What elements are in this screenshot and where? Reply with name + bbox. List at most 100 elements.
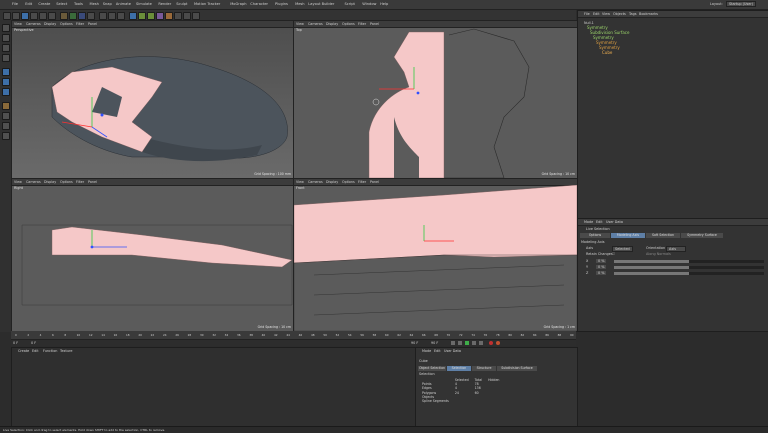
menu-layout-builder[interactable]: Layout Builder: [308, 2, 334, 6]
live-selection-icon[interactable]: [21, 11, 29, 20]
tab-subdivision-surface[interactable]: Subdivision Surface: [497, 366, 537, 371]
mat-menu-function[interactable]: Function: [43, 349, 57, 353]
menu-script[interactable]: Script: [345, 2, 355, 6]
menu-edit[interactable]: Edit: [25, 2, 32, 6]
coordinate-system-icon[interactable]: [87, 11, 95, 20]
axis-y-slider[interactable]: [614, 266, 764, 269]
vp-menu-filter[interactable]: Filter: [76, 22, 84, 26]
deformer-icon[interactable]: [165, 11, 173, 20]
vp-menu-cameras[interactable]: Cameras: [26, 180, 41, 184]
menu-mesh[interactable]: Mesh: [295, 2, 304, 6]
axis-z-value[interactable]: 0 %: [596, 271, 607, 275]
oa-menu-mode[interactable]: Mode: [422, 349, 431, 353]
tab-selection[interactable]: Selection: [447, 366, 471, 371]
viewport-top[interactable]: View Cameras Display Options Filter Pane…: [293, 20, 578, 179]
tab-symmetry-surface[interactable]: Symmetry Surface: [681, 233, 723, 238]
menu-snap[interactable]: Snap: [103, 2, 112, 6]
record-icon[interactable]: [489, 341, 493, 345]
locked-workplane-icon[interactable]: [2, 122, 10, 130]
vp-menu-view[interactable]: View: [14, 22, 22, 26]
om-menu-view[interactable]: View: [602, 12, 610, 16]
array-icon[interactable]: [147, 11, 155, 20]
mat-menu-texture[interactable]: Texture: [60, 349, 72, 353]
render-picture-viewer-icon[interactable]: [108, 11, 116, 20]
spline-icon[interactable]: [156, 11, 164, 20]
menu-window[interactable]: Window: [362, 2, 376, 6]
scene-icon[interactable]: [174, 11, 182, 20]
go-end-icon[interactable]: [479, 341, 483, 345]
model-mode-icon[interactable]: [2, 34, 10, 42]
menu-select[interactable]: Select: [56, 2, 67, 6]
move-icon[interactable]: [30, 11, 38, 20]
vp-menu-panel[interactable]: Panel: [370, 22, 379, 26]
axis-z-slider[interactable]: [614, 272, 764, 275]
end-frame[interactable]: 90 F: [411, 341, 418, 345]
om-menu-bookmarks[interactable]: Bookmarks: [639, 12, 658, 16]
oa-menu-userdata[interactable]: User Data: [444, 349, 461, 353]
tab-options[interactable]: Options: [580, 233, 610, 238]
menu-render[interactable]: Render: [158, 2, 171, 6]
end-frame-2[interactable]: 90 F: [431, 341, 438, 345]
tab-modeling-axis[interactable]: Modeling Axis: [611, 233, 645, 238]
light-icon[interactable]: [192, 11, 200, 20]
am-menu-edit[interactable]: Edit: [596, 220, 603, 224]
vp-menu-cameras[interactable]: Cameras: [26, 22, 41, 26]
vp-menu-view[interactable]: View: [296, 180, 304, 184]
vp-menu-display[interactable]: Display: [44, 180, 56, 184]
vp-menu-panel[interactable]: Panel: [370, 180, 379, 184]
edges-mode-icon[interactable]: [2, 78, 10, 86]
menu-animate[interactable]: Animate: [116, 2, 131, 6]
menu-simulate[interactable]: Simulate: [136, 2, 152, 6]
x-axis-icon[interactable]: [60, 11, 68, 20]
tab-structure[interactable]: Structure: [472, 366, 496, 371]
y-axis-icon[interactable]: [69, 11, 77, 20]
vp-menu-display[interactable]: Display: [326, 22, 338, 26]
axis-x-slider[interactable]: [614, 260, 764, 263]
solo-icon[interactable]: [2, 132, 10, 140]
vp-menu-cameras[interactable]: Cameras: [308, 180, 323, 184]
timeline[interactable]: 0 2 4 6 8 10 12 14 16 18 20 22 24 26 28 30 32 34 36 38 40 42 4…: [11, 331, 576, 340]
om-menu-edit[interactable]: Edit: [593, 12, 600, 16]
viewport-right[interactable]: View Cameras Display Options Filter Pane…: [11, 178, 294, 332]
render-view-icon[interactable]: [99, 11, 107, 20]
redo-icon[interactable]: [12, 11, 20, 20]
menu-create[interactable]: Create: [38, 2, 50, 6]
current-frame[interactable]: 0 F: [31, 341, 36, 345]
vp-menu-cameras[interactable]: Cameras: [308, 22, 323, 26]
tab-soft-selection[interactable]: Soft Selection: [646, 233, 680, 238]
am-menu-userdata[interactable]: User Data: [606, 220, 623, 224]
viewport-perspective[interactable]: View Cameras Display Options Filter Pane…: [11, 20, 294, 179]
cube-icon[interactable]: [129, 11, 137, 20]
tab-object-selection[interactable]: Object Selection: [418, 366, 446, 371]
prev-key-icon[interactable]: [458, 341, 462, 345]
render-settings-icon[interactable]: [117, 11, 125, 20]
menu-motion-tracker[interactable]: Motion Tracker: [194, 2, 220, 6]
axis-select[interactable]: Selected: [612, 245, 633, 252]
vp-menu-display[interactable]: Display: [44, 22, 56, 26]
make-editable-icon[interactable]: [2, 24, 10, 32]
polygons-mode-icon[interactable]: [2, 88, 10, 96]
vp-menu-display[interactable]: Display: [326, 180, 338, 184]
oa-menu-edit[interactable]: Edit: [434, 349, 441, 353]
play-icon[interactable]: [465, 341, 469, 345]
orientation-select[interactable]: Axis: [666, 245, 686, 252]
axis-x-value[interactable]: 0 %: [596, 259, 607, 263]
vp-menu-options[interactable]: Options: [60, 22, 73, 26]
menu-help[interactable]: Help: [380, 2, 388, 6]
menu-file[interactable]: File: [12, 2, 18, 6]
om-menu-tags[interactable]: Tags: [629, 12, 637, 16]
menu-plugins[interactable]: Plugins: [275, 2, 288, 6]
vp-menu-filter[interactable]: Filter: [76, 180, 84, 184]
menu-character[interactable]: Character: [250, 2, 268, 6]
vp-menu-panel[interactable]: Panel: [88, 180, 97, 184]
scale-icon[interactable]: [39, 11, 47, 20]
undo-icon[interactable]: [3, 11, 11, 20]
vp-menu-view[interactable]: View: [14, 180, 22, 184]
om-menu-objects[interactable]: Objects: [613, 12, 626, 16]
next-key-icon[interactable]: [472, 341, 476, 345]
mat-menu-edit[interactable]: Edit: [32, 349, 39, 353]
autokey-icon[interactable]: [496, 341, 500, 345]
vp-menu-options[interactable]: Options: [342, 180, 355, 184]
menu-mesh[interactable]: Mesh: [90, 2, 99, 6]
subdivision-icon[interactable]: [138, 11, 146, 20]
